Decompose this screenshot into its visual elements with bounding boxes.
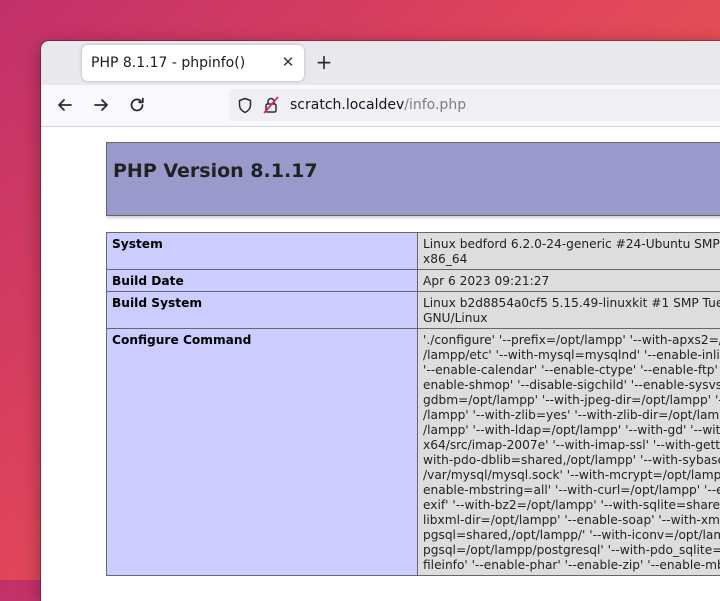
php-version-title: PHP Version 8.1.17 bbox=[113, 160, 318, 182]
row-value: './configure' '--prefix=/opt/lampp' '--w… bbox=[418, 329, 720, 576]
url-host: scratch.localdev bbox=[290, 97, 404, 113]
table-row: Configure Command './configure' '--prefi… bbox=[107, 329, 720, 576]
table-row: Build System Linux b2d8854a0cf5 5.15.49-… bbox=[107, 292, 720, 329]
table-row: System Linux bedford 6.2.0-24-generic #2… bbox=[107, 233, 720, 270]
php-version-header: PHP Version 8.1.17 bbox=[106, 142, 720, 216]
url-path: /info.php bbox=[404, 97, 466, 113]
insecure-lock-icon[interactable] bbox=[263, 96, 279, 114]
row-key: Build System bbox=[107, 292, 418, 329]
row-value: Linux bedford 6.2.0-24-generic #24-Ubunt… bbox=[418, 233, 720, 270]
row-key: Build Date bbox=[107, 270, 418, 292]
page-content: PHP Version 8.1.17 System Linux bedford … bbox=[41, 127, 720, 601]
row-key: System bbox=[107, 233, 418, 270]
address-bar[interactable]: scratch.localdev/info.php bbox=[229, 89, 720, 121]
back-arrow-icon[interactable] bbox=[55, 95, 75, 115]
url-text[interactable]: scratch.localdev/info.php bbox=[290, 97, 466, 113]
new-tab-button[interactable]: + bbox=[313, 52, 335, 74]
table-row: Build Date Apr 6 2023 09:21:27 bbox=[107, 270, 720, 292]
row-key: Configure Command bbox=[107, 329, 418, 576]
row-value: Apr 6 2023 09:21:27 bbox=[418, 270, 720, 292]
reload-icon[interactable] bbox=[127, 95, 147, 115]
phpinfo-table: System Linux bedford 6.2.0-24-generic #2… bbox=[106, 232, 720, 576]
tab-title: PHP 8.1.17 - phpinfo() bbox=[91, 55, 245, 71]
active-tab[interactable]: PHP 8.1.17 - phpinfo() ✕ bbox=[82, 45, 304, 81]
browser-window: PHP 8.1.17 - phpinfo() ✕ + scratch.local… bbox=[41, 41, 720, 601]
tab-close-icon[interactable]: ✕ bbox=[278, 52, 298, 72]
forward-arrow-icon[interactable] bbox=[91, 95, 111, 115]
row-value: Linux b2d8854a0cf5 5.15.49-linuxkit #1 S… bbox=[418, 292, 720, 329]
tab-bar: PHP 8.1.17 - phpinfo() ✕ + bbox=[41, 41, 720, 85]
navigation-toolbar: scratch.localdev/info.php bbox=[41, 85, 720, 127]
tracking-protection-shield-icon[interactable] bbox=[237, 97, 253, 114]
